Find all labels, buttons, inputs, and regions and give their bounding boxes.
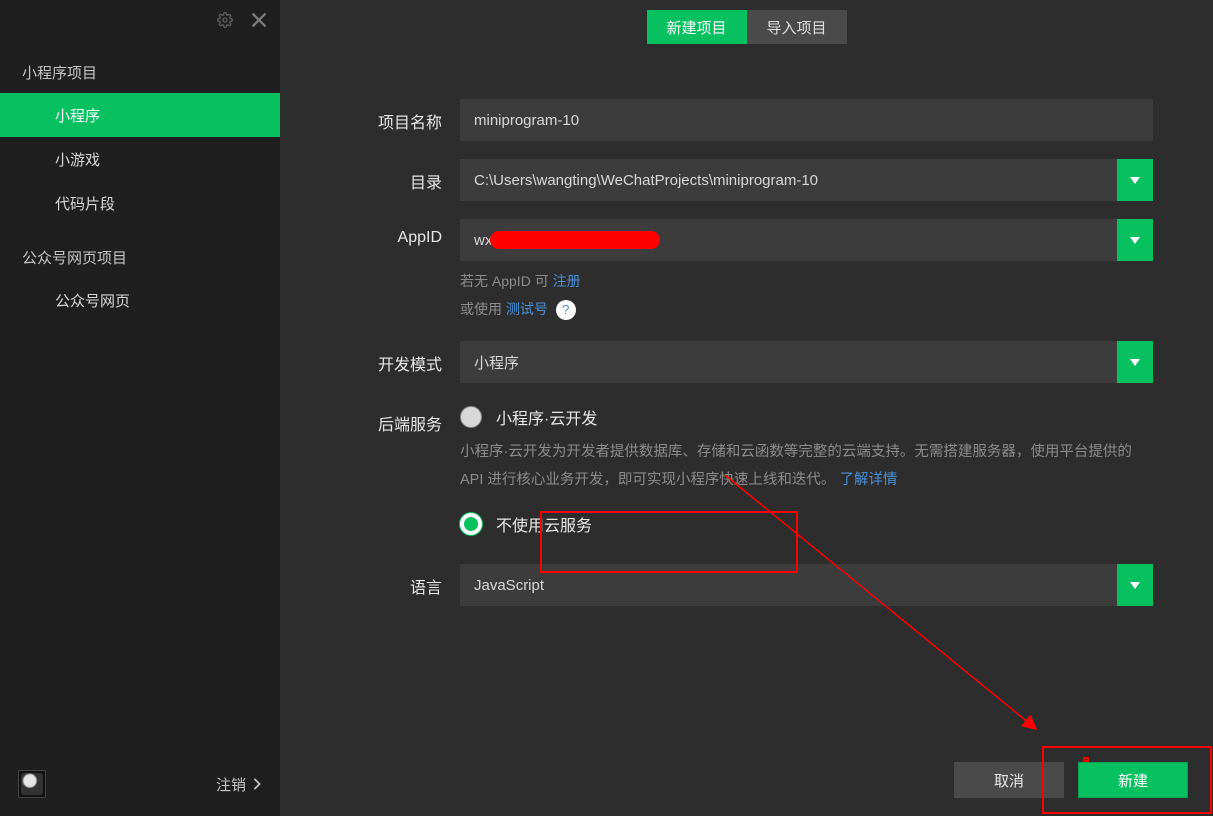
appid-hint: 若无 AppID 可 注册 或使用 测试号 ? [460,267,1153,323]
appid-redacted [490,231,660,249]
radio-label: 小程序·云开发 [496,405,597,429]
appid-input[interactable]: wx [460,219,1153,261]
language-label: 语言 [340,564,460,598]
sidebar-group-webpage: 公众号网页项目 [0,225,280,278]
desc-text: 小程序·云开发为开发者提供数据库、存储和云函数等完整的云端支持。无需搭建服务器，… [460,444,1132,488]
sidebar-item-label: 小程序 [55,105,100,126]
footer-buttons: 取消 新建 [954,762,1188,798]
radio-label: 不使用云服务 [496,512,592,536]
input-value: C:\Users\wangting\WeChatProjects\minipro… [474,172,818,189]
input-value: miniprogram-10 [474,112,579,129]
backend-label: 后端服务 [340,401,460,435]
sidebar-item-label: 公众号网页 [55,290,130,311]
sidebar-top-icons [0,0,280,40]
project-form: 项目名称 miniprogram-10 目录 C:\Users\wangting… [340,99,1153,606]
tab-label: 导入项目 [766,17,826,38]
logout-button[interactable]: 注销 [216,774,262,795]
logout-label: 注销 [216,774,246,795]
register-link[interactable]: 注册 [553,273,581,289]
dev-mode-select[interactable]: 小程序 [460,341,1153,383]
sidebar-item-webpage[interactable]: 公众号网页 [0,278,280,322]
appid-dropdown-icon[interactable] [1117,219,1153,261]
select-value: 小程序 [474,352,519,373]
hint-text: 若无 AppID 可 [460,273,553,289]
backend-option-cloud[interactable]: 小程序·云开发 [460,401,1153,439]
avatar[interactable] [18,770,46,798]
radio-selected-icon [460,513,482,535]
tab-new-project[interactable]: 新建项目 [647,10,747,44]
sidebar-item-minigame[interactable]: 小游戏 [0,137,280,181]
learn-more-link[interactable]: 了解详情 [839,472,897,488]
gear-icon[interactable] [214,9,236,31]
dev-mode-label: 开发模式 [340,341,460,375]
hint-text2: 或使用 [460,301,506,317]
backend-desc: 小程序·云开发为开发者提供数据库、存储和云函数等完整的云端支持。无需搭建服务器，… [460,439,1153,494]
sidebar-item-label: 小游戏 [55,149,100,170]
close-icon[interactable] [248,9,270,31]
sidebar-bottom: 注销 [0,770,280,798]
tab-import-project[interactable]: 导入项目 [747,10,847,44]
radio-icon [460,406,482,428]
cancel-button[interactable]: 取消 [954,762,1064,798]
project-name-input[interactable]: miniprogram-10 [460,99,1153,141]
button-label: 取消 [994,770,1024,791]
backend-option-nocloud[interactable]: 不使用云服务 [460,508,1153,546]
language-dropdown-icon[interactable] [1117,564,1153,606]
sidebar-group-miniprogram: 小程序项目 [0,40,280,93]
directory-input[interactable]: C:\Users\wangting\WeChatProjects\minipro… [460,159,1153,201]
main-panel: 新建项目 导入项目 项目名称 miniprogram-10 目录 C:\User… [280,0,1213,816]
dev-mode-dropdown-icon[interactable] [1117,341,1153,383]
sidebar-item-label: 代码片段 [55,193,115,214]
sidebar-item-snippet[interactable]: 代码片段 [0,181,280,225]
help-icon[interactable]: ? [556,300,576,320]
sidebar-item-miniprogram[interactable]: 小程序 [0,93,280,137]
appid-label: AppID [340,219,460,247]
language-select[interactable]: JavaScript [460,564,1153,606]
tab-label: 新建项目 [666,17,726,38]
select-value: JavaScript [474,577,544,594]
test-account-link[interactable]: 测试号 [506,301,548,317]
create-button[interactable]: 新建 [1078,762,1188,798]
project-name-label: 项目名称 [340,99,460,133]
directory-label: 目录 [340,159,460,193]
directory-dropdown-icon[interactable] [1117,159,1153,201]
tabs: 新建项目 导入项目 [340,10,1153,44]
sidebar: 小程序项目 小程序 小游戏 代码片段 公众号网页项目 公众号网页 注销 [0,0,280,816]
button-label: 新建 [1118,770,1148,791]
